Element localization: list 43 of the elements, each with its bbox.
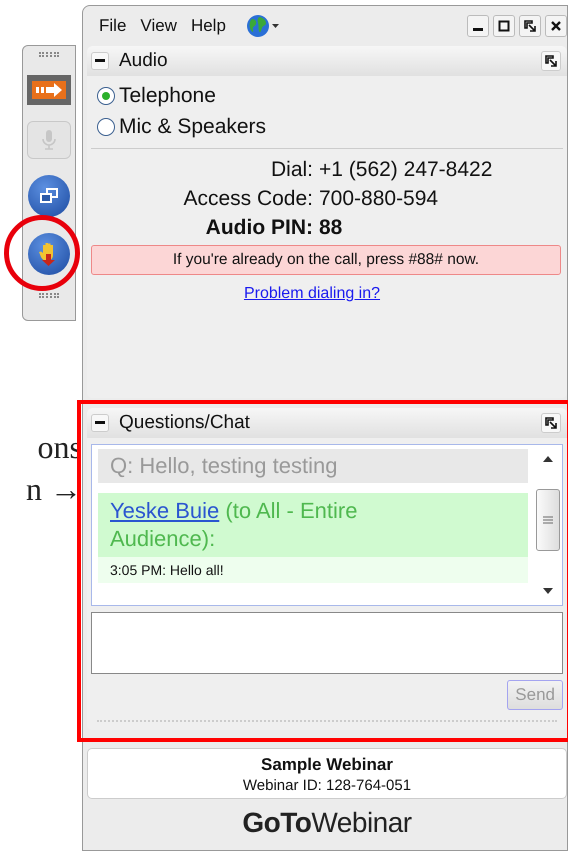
notice-banner: If you're already on the call, press #88# now. xyxy=(91,245,561,275)
reply-text: 3:05 PM: Hello all! xyxy=(98,557,528,583)
panel-title: Questions/Chat xyxy=(119,412,250,434)
message-input[interactable] xyxy=(91,612,563,674)
detail-value: +1 (562) 247-8422 xyxy=(319,157,494,183)
popout-icon[interactable] xyxy=(541,413,561,433)
windows-icon xyxy=(40,188,58,204)
raise-hand-button[interactable] xyxy=(28,233,70,275)
reply-header: Yeske Buie (to All - Entire Audience): xyxy=(109,497,358,553)
language-globe-icon[interactable] xyxy=(246,13,280,39)
detail-value: 700-880-594 xyxy=(319,186,440,212)
windows-button[interactable] xyxy=(28,175,70,217)
maximize-icon[interactable] xyxy=(493,15,515,37)
minimize-icon[interactable] xyxy=(467,15,489,37)
detail-label: Audio PIN: xyxy=(204,215,313,241)
detail-label: Access Code: xyxy=(182,186,313,212)
detail-value: 88 xyxy=(319,215,344,241)
detail-label: Dial: xyxy=(270,157,313,183)
grip-handle[interactable] xyxy=(39,293,59,298)
webinar-title: Sample Webinar xyxy=(260,755,394,775)
help-link[interactable]: Problem dialing in? xyxy=(244,285,380,302)
grip-icon xyxy=(543,515,553,525)
panel-title: Audio xyxy=(119,50,168,72)
collapse-icon[interactable] xyxy=(91,52,109,70)
menu-item[interactable]: Help xyxy=(190,16,226,36)
scroll-down-icon[interactable] xyxy=(542,587,554,595)
grip-handle[interactable] xyxy=(39,52,59,57)
menu-item[interactable]: File xyxy=(99,16,126,36)
sender-link[interactable]: Yeske Buie xyxy=(110,498,220,523)
webinar-id: Webinar ID: 128-764-051 xyxy=(242,777,412,794)
question-message: Q: Hello, testing testing xyxy=(98,449,528,483)
brand-logo: GoToWebinar xyxy=(241,807,413,839)
microphone-icon xyxy=(41,129,57,151)
radio-option[interactable]: Mic & Speakers xyxy=(97,111,557,142)
radio-option[interactable]: Telephone xyxy=(97,80,557,111)
collapse-icon[interactable] xyxy=(91,414,109,432)
scroll-up-icon[interactable] xyxy=(542,455,554,463)
close-icon[interactable] xyxy=(545,15,567,37)
popout-icon[interactable] xyxy=(541,51,561,71)
arrow-button[interactable] xyxy=(27,75,71,105)
annotation-text: n → xyxy=(26,470,82,509)
menu-item[interactable]: View xyxy=(140,16,177,36)
popout-icon[interactable] xyxy=(519,15,541,37)
